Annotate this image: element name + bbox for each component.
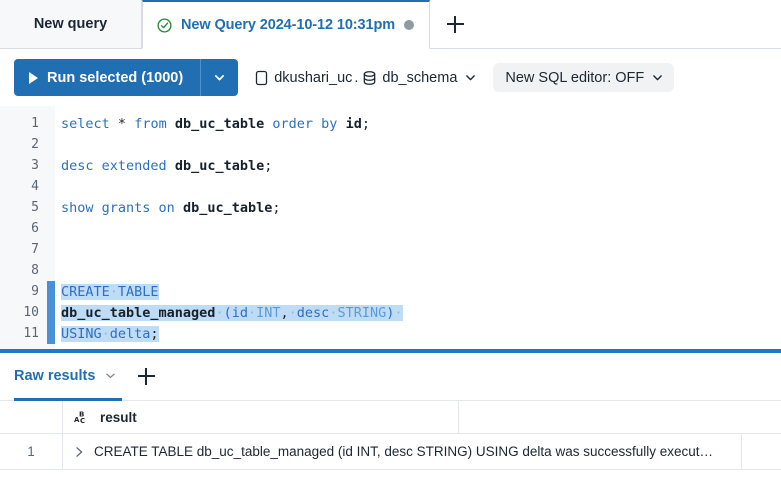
row-index-header (0, 401, 63, 433)
line-number: 9 (31, 284, 39, 299)
add-result-tab-button[interactable] (122, 353, 170, 401)
line-number: 8 (31, 263, 39, 278)
line-number: 1 (31, 116, 39, 131)
code-line[interactable]: 2 (0, 134, 781, 155)
chevron-down-icon (213, 71, 226, 84)
selection-marker (47, 113, 55, 134)
run-selected-label: Run selected (1000) (47, 69, 184, 86)
line-number: 6 (31, 221, 39, 236)
tab-new-query-label: New query (33, 16, 108, 32)
breadcrumb-separator: . (354, 69, 359, 86)
code-line-text: select * from db_uc_table order by id; (61, 115, 370, 132)
code-line-text: USING·delta; (61, 325, 159, 342)
line-number: 10 (23, 305, 39, 320)
schema-name: db_schema (382, 69, 458, 86)
chevron-down-icon[interactable] (464, 71, 477, 84)
code-line[interactable]: 7 (0, 239, 781, 260)
line-number: 3 (31, 158, 39, 173)
new-sql-editor-toggle[interactable]: New SQL editor: OFF (493, 63, 675, 92)
selection-marker (47, 260, 55, 281)
tab-new-query[interactable]: New query (0, 0, 142, 48)
code-line[interactable]: 8 (0, 260, 781, 281)
result-cell[interactable]: CREATE TABLE db_uc_table_managed (id INT… (63, 434, 742, 469)
line-number: 7 (31, 242, 39, 257)
tab-raw-results-label: Raw results (14, 367, 96, 384)
table-row[interactable]: 1 CREATE TABLE db_uc_table_managed (id I… (0, 434, 781, 470)
svg-text:C: C (80, 417, 85, 424)
selection-marker (47, 197, 55, 218)
row-index: 1 (0, 434, 63, 469)
results-tab-bar: Raw results (0, 353, 781, 401)
selection-marker (47, 176, 55, 197)
selection-marker (47, 218, 55, 239)
result-cell-text: CREATE TABLE db_uc_table_managed (id INT… (94, 444, 714, 459)
results-grid-header: A B C result (0, 401, 781, 434)
run-options-dropdown-button[interactable] (200, 59, 239, 96)
grid-row-filler (742, 434, 781, 469)
code-line[interactable]: 4 (0, 176, 781, 197)
grid-header-filler (459, 401, 781, 433)
results-panel: Raw results A B C result 1 CREATE TABLE … (0, 353, 781, 500)
selection-marker (47, 155, 55, 176)
code-line-text: show grants on db_uc_table; (61, 199, 281, 216)
run-selected-button[interactable]: Run selected (1000) (14, 59, 201, 96)
code-line[interactable]: 10 db_uc_table_managed·(id·INT,·desc·STRI… (0, 302, 781, 323)
unsaved-dot-icon[interactable] (404, 20, 415, 30)
code-line-text: desc extended db_uc_table; (61, 157, 273, 174)
chevron-down-icon (651, 71, 664, 84)
results-grid: A B C result 1 CREATE TABLE db_uc_table_… (0, 401, 781, 500)
selection-marker (47, 302, 55, 323)
code-lines: 1 select * from db_uc_table order by id; 2… (0, 113, 781, 344)
new-sql-editor-label: New SQL editor: OFF (505, 69, 645, 86)
code-line[interactable]: 5 show grants on db_uc_table; (0, 197, 781, 218)
run-button-group: Run selected (1000) (14, 59, 239, 96)
add-tab-button[interactable] (430, 0, 480, 48)
code-line-text: CREATE·TABLE (61, 283, 159, 300)
database-icon (362, 70, 382, 86)
editor-toolbar: Run selected (1000) dkushari_uc . db_sch… (0, 49, 781, 106)
tab-active-query-label: New Query 2024-10-12 10:31pm (181, 17, 396, 33)
line-number: 2 (31, 137, 39, 152)
selection-marker (47, 134, 55, 155)
code-line[interactable]: 3 desc extended db_uc_table; (0, 155, 781, 176)
line-number: 11 (23, 326, 39, 341)
code-line[interactable]: 6 (0, 218, 781, 239)
sql-code-editor[interactable]: 1 select * from db_uc_table order by id; 2… (0, 106, 781, 349)
selection-marker (47, 323, 55, 344)
plus-icon (446, 15, 464, 33)
code-line[interactable]: 11 USING·delta; (0, 323, 781, 344)
code-line[interactable]: 9 CREATE·TABLE (0, 281, 781, 302)
line-number: 5 (31, 200, 39, 215)
sql-editor-window: New query New Query 2024-10-12 10:31pm R… (0, 0, 781, 500)
column-header-result[interactable]: A B C result (63, 401, 460, 433)
catalog-icon (254, 70, 274, 86)
play-icon (29, 71, 38, 84)
chevron-right-icon[interactable] (74, 446, 85, 458)
tab-raw-results[interactable]: Raw results (14, 353, 123, 401)
abc-string-type-icon: A B C (74, 410, 93, 425)
catalog-name: dkushari_uc (274, 69, 353, 86)
plus-icon (137, 368, 155, 385)
selection-marker (47, 239, 55, 260)
tab-bar: New query New Query 2024-10-12 10:31pm (0, 0, 781, 49)
code-line-text: db_uc_table_managed·(id·INT,·desc·STRING… (61, 304, 403, 321)
code-line[interactable]: 1 select * from db_uc_table order by id; (0, 113, 781, 134)
line-number: 4 (31, 179, 39, 194)
column-header-label: result (100, 409, 137, 425)
chevron-down-icon[interactable] (104, 369, 117, 382)
selection-marker (47, 281, 55, 302)
check-circle-icon (157, 17, 172, 33)
tab-active-query[interactable]: New Query 2024-10-12 10:31pm (142, 0, 431, 49)
catalog-schema-breadcrumb[interactable]: dkushari_uc . db_schema (254, 70, 477, 86)
